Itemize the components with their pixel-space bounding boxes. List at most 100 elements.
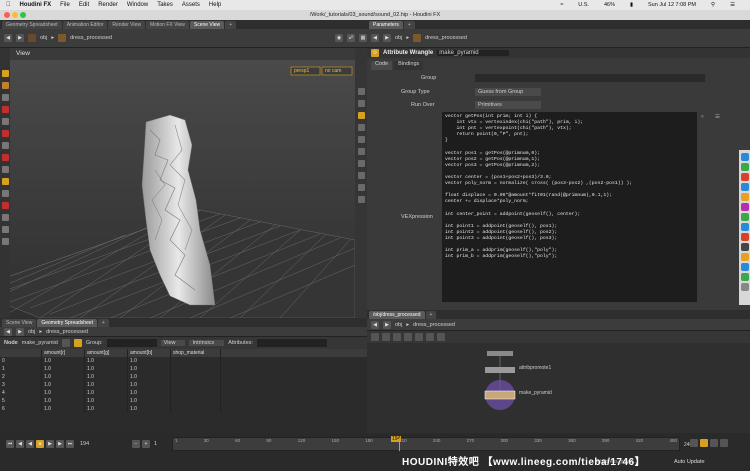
minimize-window-button[interactable]	[12, 12, 18, 18]
col-header-amount-b[interactable]: amount[b]	[128, 349, 171, 357]
points-icon[interactable]	[357, 124, 365, 131]
dock-app-icon[interactable]	[740, 173, 749, 181]
network-path-node[interactable]: dress_processed	[413, 322, 455, 328]
menu-assets[interactable]: Assets	[182, 2, 200, 8]
view-tool-icon[interactable]	[1, 142, 9, 149]
path-context[interactable]: obj	[40, 35, 47, 41]
dock-app-icon[interactable]	[740, 263, 749, 271]
zoom-window-button[interactable]	[20, 12, 26, 18]
step-forward-icon[interactable]: +	[142, 440, 150, 448]
table-row[interactable]: 2 1.0 1.0 1.0	[0, 373, 367, 381]
scale-tool-icon[interactable]	[1, 106, 9, 113]
viewport-canvas[interactable]	[10, 60, 355, 318]
dock-app-icon[interactable]	[740, 243, 749, 251]
table-row[interactable]: 4 1.0 1.0 1.0	[0, 389, 367, 397]
menu-app-name[interactable]: Houdini FX	[20, 2, 52, 8]
dock-app-icon[interactable]	[740, 273, 749, 281]
points-mode-icon[interactable]	[61, 339, 70, 347]
magnet-tool-icon[interactable]	[1, 154, 9, 161]
menu-takes[interactable]: Takes	[157, 2, 173, 8]
close-window-button[interactable]	[4, 12, 10, 18]
network-grid-icon[interactable]	[404, 333, 412, 341]
dock-app-icon[interactable]	[740, 233, 749, 241]
clock[interactable]: Sun Jul 12 7:08 PM	[648, 2, 696, 8]
network-list-icon[interactable]	[382, 333, 390, 341]
add-sheet-tab-button[interactable]: +	[98, 319, 109, 327]
auto-update-dropdown[interactable]: Auto Update	[674, 459, 705, 465]
dock-app-icon[interactable]	[740, 203, 749, 211]
camera-tool-icon[interactable]	[1, 226, 9, 233]
table-row[interactable]: 6 1.0 1.0 1.0	[0, 405, 367, 413]
step-back-icon[interactable]: −	[132, 440, 140, 448]
shading-icon[interactable]	[357, 100, 365, 107]
tab-network-path[interactable]: /obj/dress_processed	[369, 311, 425, 319]
dock-app-icon[interactable]	[740, 193, 749, 201]
intrinsics-dropdown[interactable]: Intrinsics	[189, 340, 225, 346]
tab-parameters[interactable]: Parameters	[369, 21, 403, 29]
view-dropdown[interactable]: View	[160, 340, 186, 346]
network-path-context[interactable]: obj	[395, 322, 402, 328]
node-value[interactable]: make_pyramid	[22, 340, 58, 346]
last-frame-icon[interactable]: ⏭	[66, 440, 74, 448]
battery-icon[interactable]: ▮	[630, 2, 633, 8]
dock-app-icon[interactable]	[740, 153, 749, 161]
table-row[interactable]: 0 1.0 1.0 1.0	[0, 357, 367, 365]
light-icon[interactable]	[357, 112, 365, 119]
snap-tool-icon[interactable]	[1, 178, 9, 185]
pose-tool-icon[interactable]	[1, 130, 9, 137]
tab-code[interactable]: Code	[371, 61, 393, 70]
grid-icon[interactable]	[357, 172, 365, 179]
tab-bindings[interactable]: Bindings	[394, 61, 424, 70]
wireframe-icon[interactable]	[357, 148, 365, 155]
tab-motion-fx-view[interactable]: Motion FX View	[145, 21, 189, 29]
start-frame-field[interactable]: 1	[154, 441, 157, 447]
node-make-pyramid[interactable]	[484, 390, 516, 400]
col-header-shop-material[interactable]: shop_material	[171, 349, 221, 357]
add-tab-button[interactable]: +	[225, 21, 237, 29]
menu-edit[interactable]: Edit	[79, 2, 89, 8]
battery-percent[interactable]: 46%	[604, 2, 615, 8]
stop-icon[interactable]: ■	[36, 440, 44, 448]
range-icon[interactable]	[720, 439, 728, 447]
notification-icon[interactable]: ☰	[730, 2, 735, 8]
sheet-path-node[interactable]: dress_processed	[46, 329, 88, 335]
col-header-amount-g[interactable]: amount[g]	[85, 349, 128, 357]
col-header-amount-r[interactable]: amount[r]	[42, 349, 85, 357]
display-options-icon[interactable]	[357, 88, 365, 95]
tab-scene-view[interactable]: Scene View	[189, 21, 225, 29]
node-attribpromote[interactable]	[487, 351, 513, 356]
right-back-icon[interactable]: ◀	[371, 34, 379, 42]
pin-icon[interactable]: ◉	[335, 34, 343, 42]
first-frame-icon[interactable]: ⏮	[6, 440, 14, 448]
table-row[interactable]: 1 1.0 1.0 1.0	[0, 365, 367, 373]
menu-help[interactable]: Help	[209, 2, 221, 8]
group-field[interactable]	[106, 339, 157, 347]
right-path-context[interactable]: obj	[395, 35, 402, 41]
sheet-forward-icon[interactable]: ▶	[16, 327, 24, 336]
tab-render-view[interactable]: Render View	[108, 21, 145, 29]
current-frame-field[interactable]: 194	[80, 441, 89, 447]
back-icon[interactable]: ◀	[4, 34, 12, 42]
apple-icon[interactable]: 	[6, 2, 11, 8]
link-icon[interactable]: ☍	[347, 34, 355, 42]
snapshot-icon[interactable]	[357, 196, 365, 203]
menu-file[interactable]: File	[60, 2, 70, 8]
network-back-icon[interactable]: ◀	[371, 320, 379, 329]
record-tool-icon[interactable]	[1, 202, 9, 209]
play-reverse-icon[interactable]: ◀	[26, 440, 34, 448]
dock-app-icon[interactable]	[740, 213, 749, 221]
attributes-field[interactable]	[256, 339, 327, 347]
add-right-tab-button[interactable]: +	[403, 21, 415, 29]
network-forward-icon[interactable]: ▶	[383, 320, 391, 329]
code-options-icon[interactable]: ☰	[715, 114, 720, 120]
primitives-mode-icon[interactable]	[73, 339, 82, 347]
node-name-field[interactable]: make_pyramid	[437, 50, 509, 56]
timeline-bar[interactable]: 1 30 60 90 120 150 180 210 240 270 300 330 360 390 420…	[172, 436, 680, 451]
measure-tool-icon[interactable]	[1, 214, 9, 221]
table-row[interactable]: 5 1.0 1.0 1.0	[0, 397, 367, 405]
network-canvas[interactable]	[367, 343, 750, 431]
dock-app-icon[interactable]	[740, 223, 749, 231]
playhead[interactable]	[399, 438, 400, 451]
dock-app-icon[interactable]	[740, 163, 749, 171]
table-row[interactable]: 3 1.0 1.0 1.0	[0, 381, 367, 389]
